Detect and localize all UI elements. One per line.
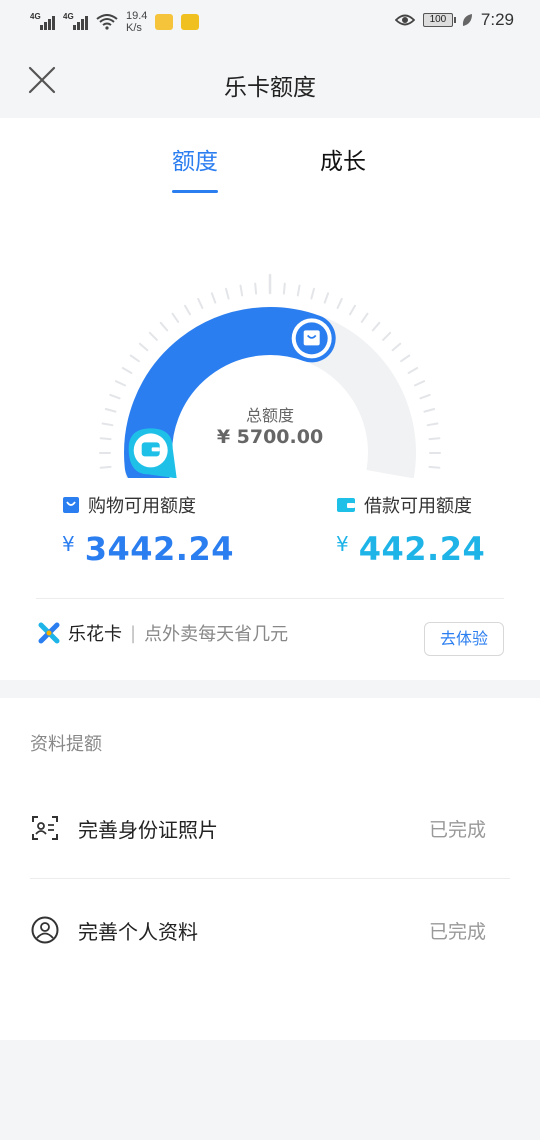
- total-limit-label: 总额度: [245, 406, 294, 425]
- promo-separator: |: [130, 622, 137, 644]
- gauge-tick: [407, 367, 419, 374]
- gauge-tick: [239, 284, 244, 297]
- gauge-tick: [371, 321, 381, 332]
- divider: [30, 878, 510, 879]
- tab-label: 额度: [172, 149, 218, 175]
- section-title: 资料提额: [30, 734, 102, 755]
- tab-growth[interactable]: 成长: [320, 142, 366, 176]
- gauge-tick: [296, 284, 301, 297]
- gauge-tick: [129, 354, 140, 363]
- eye-comfort-icon: [394, 14, 415, 26]
- id-card-icon: [32, 816, 58, 840]
- gauge-tick: [138, 342, 149, 352]
- currency-symbol: ¥: [62, 532, 75, 556]
- signal-icon: 4G: [63, 12, 88, 30]
- shopping-bag-icon: [291, 318, 332, 359]
- leaf-icon: [462, 14, 472, 26]
- page-title: 乐卡额度: [224, 75, 316, 101]
- credit-limit-card: 额度 成长 总额度 ¥ 5700.00 购物可用额度 ¥ 3442.24 借款可…: [0, 118, 540, 680]
- list-item-id-photo[interactable]: 完善身份证照片 已完成: [30, 788, 510, 868]
- gauge-tick: [336, 297, 343, 309]
- speed-value: 19.4: [126, 10, 148, 22]
- gauge-tick: [414, 380, 426, 387]
- gauge-tick: [99, 465, 112, 469]
- gauge-tick: [159, 321, 169, 332]
- divider: [36, 598, 504, 599]
- gauge-tick: [197, 297, 204, 309]
- gauge-tick: [254, 282, 258, 295]
- stat-value: 442.24: [358, 530, 486, 568]
- wallet-icon: [337, 498, 355, 512]
- tab-bar: 额度 成长: [0, 142, 540, 194]
- lehua-card-promo[interactable]: 乐花卡 | 点外卖每天省几元: [38, 620, 288, 646]
- network-type: 4G: [63, 12, 74, 21]
- stat-label: 借款可用额度: [364, 496, 472, 517]
- status-bar: 4G 4G 19.4 K/s 100 7:29: [0, 0, 540, 44]
- gauge-tick: [148, 331, 158, 341]
- gauge-tick: [349, 304, 356, 316]
- battery-icon: 100: [422, 13, 456, 27]
- gauge-tick: [428, 465, 441, 469]
- tab-label: 成长: [320, 149, 366, 175]
- gauge-tick: [382, 331, 392, 341]
- total-limit-value: ¥ 5700.00: [216, 426, 324, 448]
- item-label: 完善身份证照片: [78, 817, 218, 842]
- item-label: 完善个人资料: [78, 919, 198, 944]
- gauge-tick: [109, 393, 121, 400]
- wifi-icon: [96, 14, 118, 30]
- gauge-tick: [171, 312, 180, 323]
- shopping-bag-icon: [63, 497, 79, 513]
- gauge-tick: [419, 393, 431, 400]
- notification-app-icon: [155, 14, 174, 30]
- loan-available-limit[interactable]: 借款可用额度 ¥ 442.24: [336, 492, 485, 568]
- clock: 7:29: [480, 10, 514, 29]
- speed-unit: K/s: [126, 22, 142, 34]
- gauge-tick: [360, 312, 369, 323]
- list-item-profile[interactable]: 完善个人资料 已完成: [30, 890, 510, 970]
- user-profile-icon: [31, 916, 59, 944]
- gauge-tick: [323, 292, 330, 304]
- stat-label: 购物可用额度: [88, 496, 196, 517]
- item-status: 已完成: [428, 920, 486, 943]
- gauge-tick: [121, 367, 133, 374]
- item-status: 已完成: [428, 818, 486, 841]
- gauge-tick: [114, 380, 126, 387]
- try-button[interactable]: 去体验: [424, 622, 504, 656]
- shopping-available-limit[interactable]: 购物可用额度 ¥ 3442.24: [62, 492, 234, 568]
- notification-app-icon: [181, 14, 200, 30]
- gauge-tick: [391, 342, 402, 352]
- signal-icon: 4G: [30, 12, 55, 30]
- gauge-tick: [184, 304, 191, 316]
- materials-section: 资料提额 完善身份证照片 已完成 完善个人资料 已完成: [0, 698, 540, 1040]
- gauge-tick: [310, 287, 315, 300]
- stat-value: 3442.24: [84, 530, 234, 568]
- lehua-logo-icon: [38, 622, 60, 644]
- tab-active-indicator: [172, 190, 218, 193]
- app-header: 乐卡额度: [0, 44, 540, 118]
- network-type: 4G: [30, 12, 41, 21]
- gauge-tick: [225, 287, 230, 300]
- promo-description: 点外卖每天省几元: [144, 624, 289, 645]
- tab-limit[interactable]: 额度: [172, 142, 218, 193]
- network-speed: 19.4 K/s: [126, 10, 147, 34]
- gauge-tick: [282, 282, 286, 295]
- gauge-tick: [210, 292, 217, 304]
- promo-brand: 乐花卡: [68, 624, 122, 645]
- gauge-tick: [400, 354, 411, 363]
- battery-level: 100: [429, 14, 447, 25]
- currency-symbol: ¥: [336, 532, 349, 556]
